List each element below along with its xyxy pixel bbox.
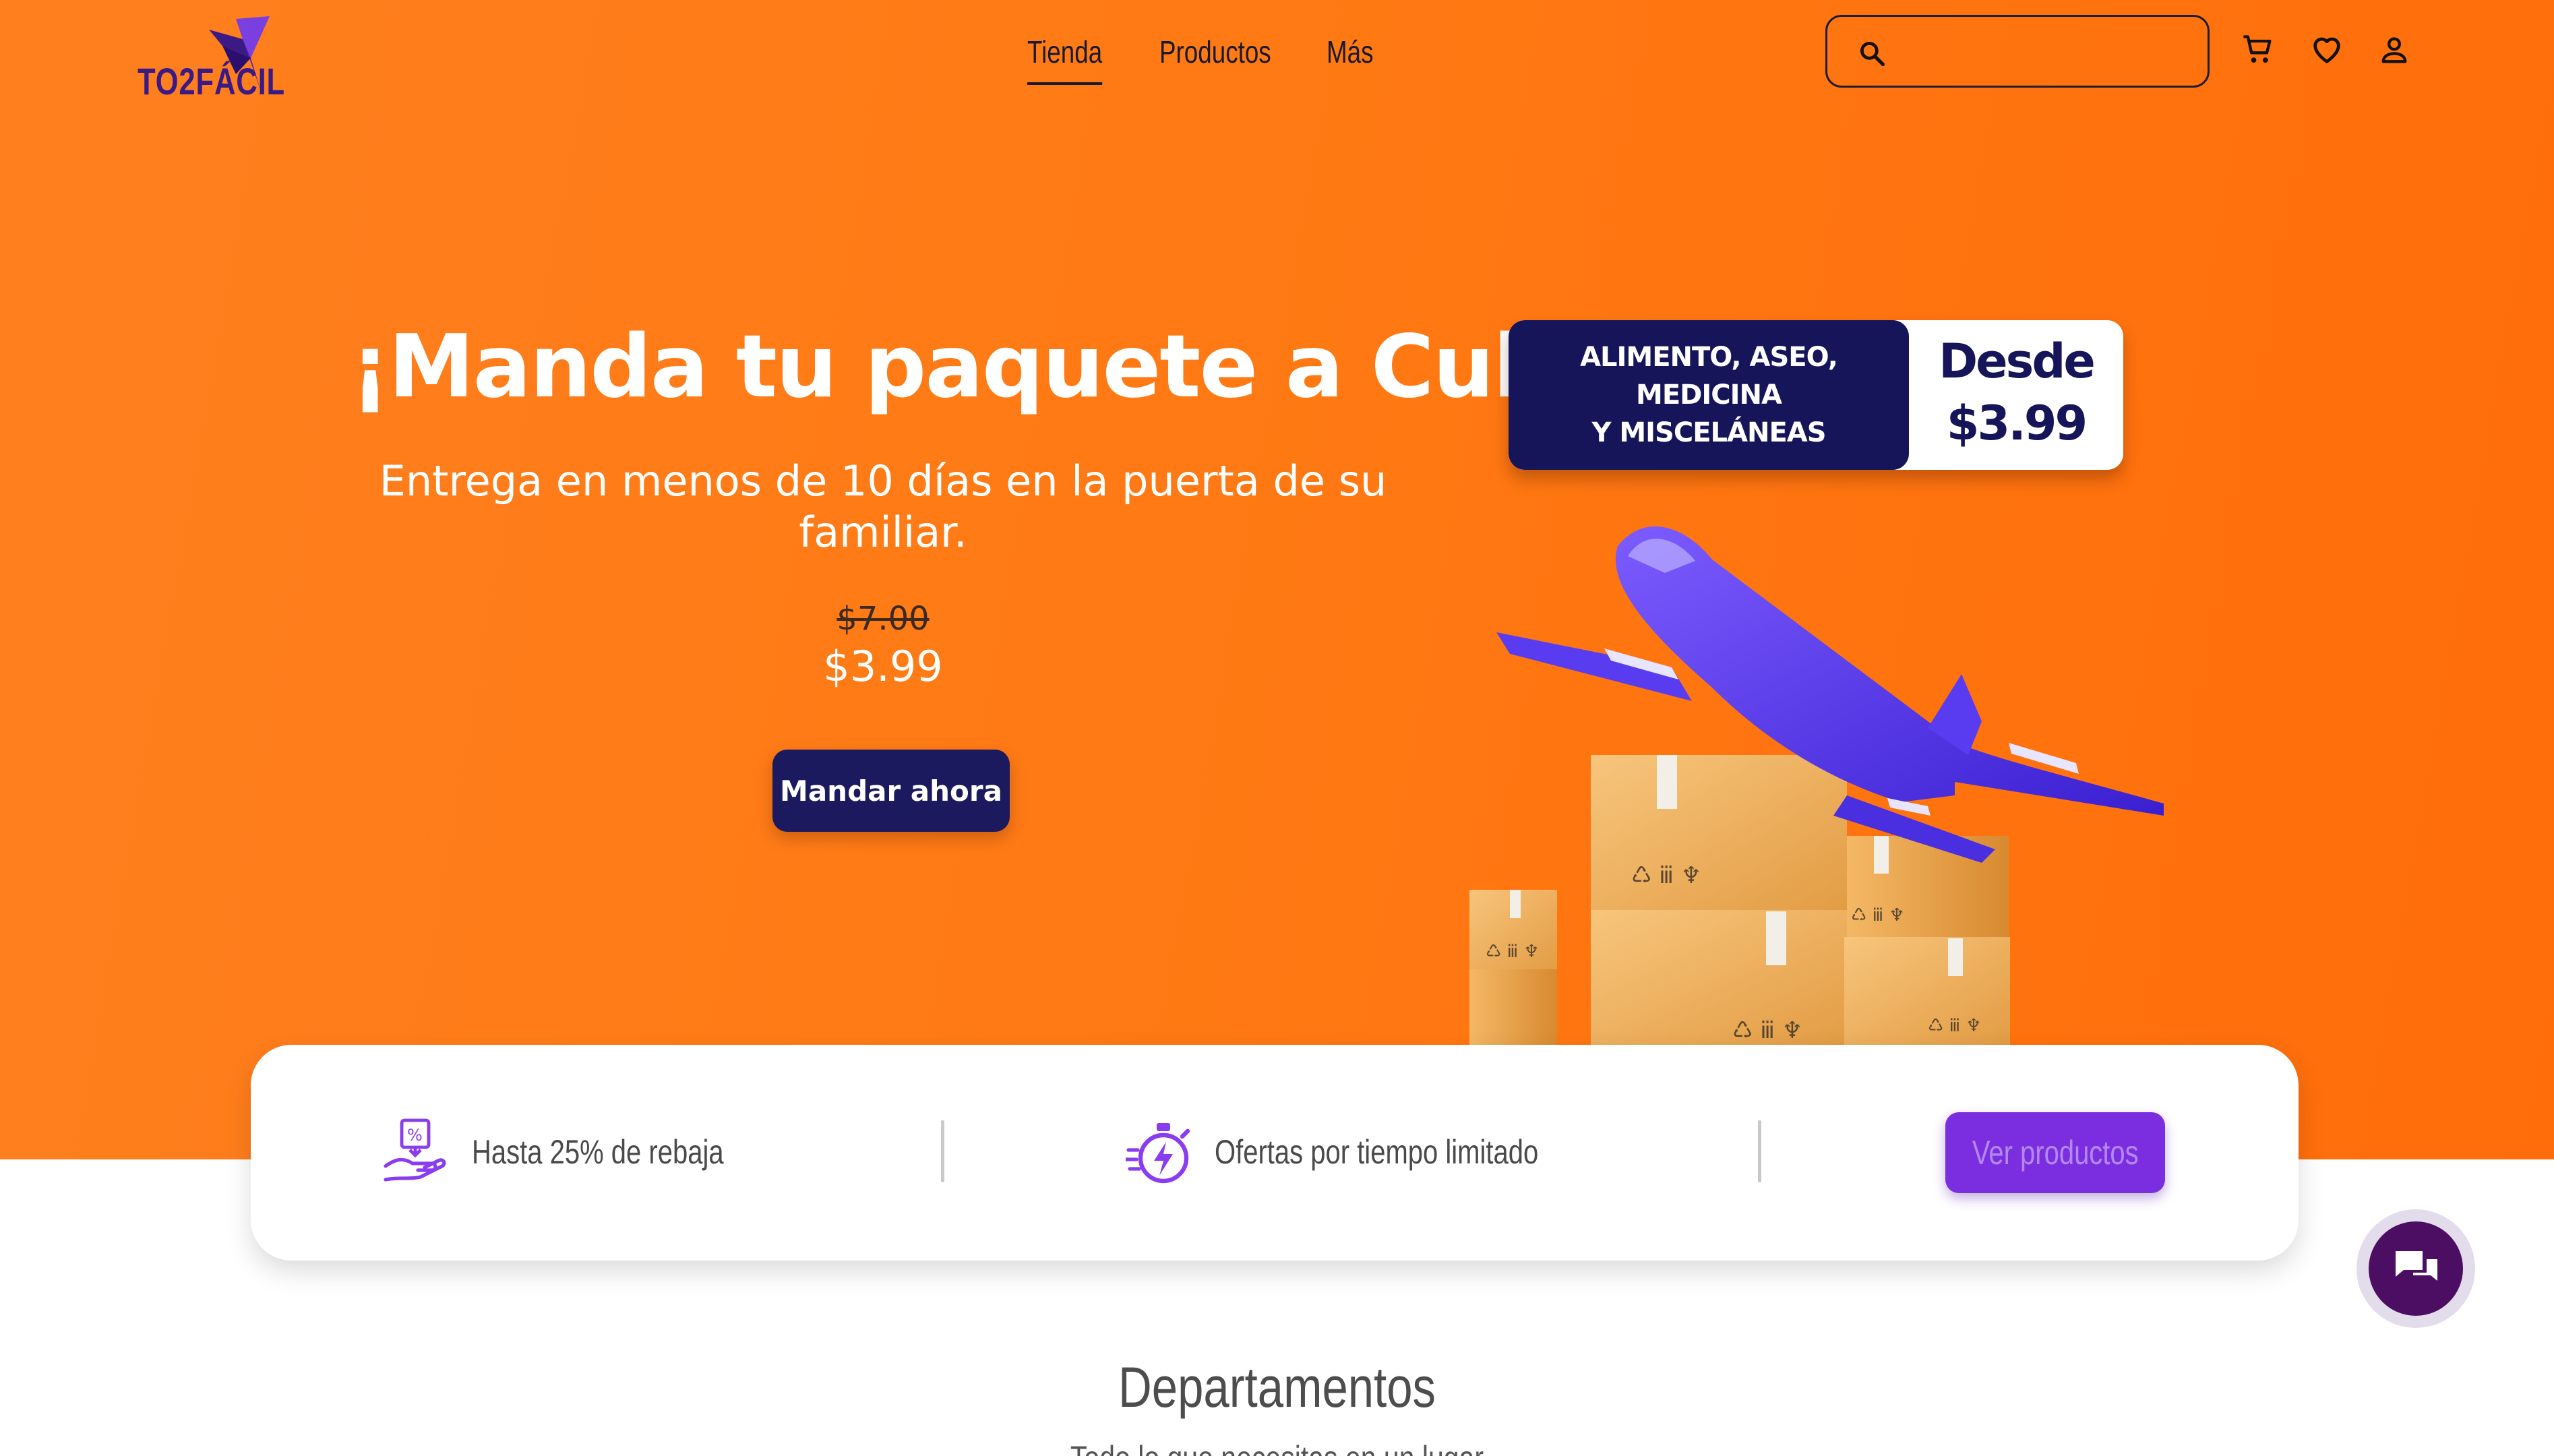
promo-categories: ALIMENTO, ASEO, MEDICINA Y MISCELÁNEAS: [1509, 320, 1909, 470]
new-price: $3.99: [823, 642, 943, 691]
heart-icon[interactable]: [2309, 32, 2344, 67]
promo-line: MEDICINA: [1636, 380, 1782, 411]
section-title: Departamentos: [1118, 1356, 1436, 1419]
nav-item-mas[interactable]: Más: [1327, 34, 1374, 70]
chat-circle: [2369, 1221, 2463, 1316]
view-products-button[interactable]: Ver productos: [1945, 1112, 2165, 1193]
hero-title: ¡Manda tu paquete a Cuba!: [351, 317, 1649, 417]
feature-bar: % Hasta 25% de rebaja Ofertas por tiempo…: [251, 1045, 2299, 1261]
airplane-boxes-illustration: ♺ ⅲ ♆ ♺ ⅲ ♆ ♺ ⅲ ♆ ♺ ⅲ ♆ ♺ ⅲ ♆: [1469, 526, 2164, 1045]
search-box: [1825, 15, 2210, 88]
old-price: $7.00: [837, 600, 930, 638]
svg-text:♺ ⅲ ♆: ♺ ⅲ ♆: [1486, 942, 1540, 962]
cart-icon[interactable]: [2241, 32, 2276, 67]
search-icon[interactable]: [1857, 38, 1887, 71]
send-now-button[interactable]: Mandar ahora: [772, 750, 1010, 832]
page: TO2FÁCIL Tienda Productos Más ¡Manda tu …: [0, 0, 2554, 1456]
offers-text: Ofertas por tiempo limitado: [1215, 1133, 1539, 1171]
logo[interactable]: TO2FÁCIL: [135, 12, 297, 102]
divider: [1758, 1120, 1761, 1182]
discount-text: Hasta 25% de rebaja: [472, 1133, 724, 1171]
nav-item-tienda[interactable]: Tienda: [1027, 34, 1102, 85]
discount-hand-icon: %: [383, 1118, 450, 1188]
promo-price: $3.99: [1946, 396, 2088, 451]
stopwatch-icon: [1124, 1118, 1196, 1190]
svg-text:♺ ⅲ ♆: ♺ ⅲ ♆: [1631, 862, 1701, 889]
promo-line: ALIMENTO, ASEO,: [1580, 342, 1838, 373]
svg-text:♺ ⅲ ♆: ♺ ⅲ ♆: [1851, 905, 1905, 926]
nav-item-productos[interactable]: Productos: [1159, 34, 1271, 70]
divider: [941, 1120, 944, 1182]
view-products-label: Ver productos: [1972, 1134, 2139, 1172]
promo-desde: Desde: [1939, 334, 2096, 389]
svg-text:♺ ⅲ ♆: ♺ ⅲ ♆: [1732, 1017, 1802, 1044]
user-icon[interactable]: [2377, 32, 2412, 67]
svg-text:%: %: [407, 1126, 423, 1145]
hero-subtitle: Entrega en menos de 10 días en la puerta…: [379, 456, 1387, 557]
search-input[interactable]: [1902, 29, 2191, 75]
svg-text:♺ ⅲ ♆: ♺ ⅲ ♆: [1928, 1016, 1982, 1036]
promo-line: Y MISCELÁNEAS: [1591, 417, 1826, 448]
promo-card: ALIMENTO, ASEO, MEDICINA Y MISCELÁNEAS D…: [1509, 320, 2123, 470]
section-subtitle: Todo lo que necesitas en un lugar: [230, 1438, 2324, 1456]
chat-icon: [2396, 1251, 2437, 1281]
chat-button[interactable]: [2357, 1209, 2475, 1328]
logo-text: TO2FÁCIL: [138, 60, 285, 102]
